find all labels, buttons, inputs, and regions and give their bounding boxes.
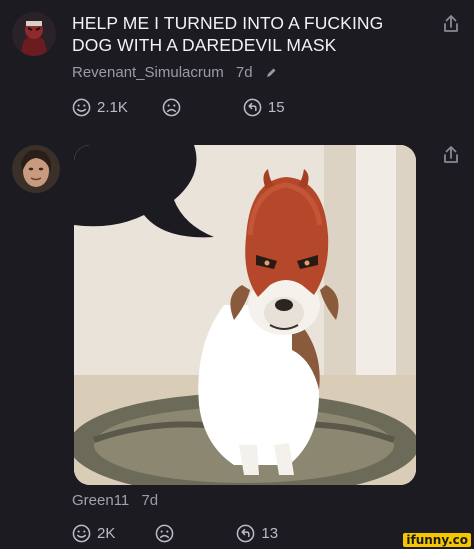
post-title[interactable]: HELP ME I TURNED INTO A FUCKING DOG WITH… bbox=[72, 12, 412, 56]
unsmile-icon[interactable] bbox=[162, 98, 181, 117]
reply-author-avatar[interactable] bbox=[12, 145, 60, 193]
ifunny-brand: ifunny.co bbox=[401, 533, 471, 547]
share-icon[interactable] bbox=[442, 145, 460, 165]
smile-icon[interactable] bbox=[72, 524, 91, 543]
edit-pencil-icon[interactable] bbox=[265, 64, 277, 81]
dog-in-daredevil-mask-image bbox=[74, 145, 416, 485]
ifunny-brand-text: ifunny.co bbox=[403, 533, 471, 547]
post-actions: 2.1K 15 bbox=[72, 98, 285, 117]
smile-icon[interactable] bbox=[72, 98, 91, 117]
reply-reply-count: 13 bbox=[261, 525, 279, 542]
avatar-image bbox=[12, 145, 60, 193]
reply-age: 7d bbox=[141, 492, 159, 509]
post-author-name[interactable]: Revenant_Simulacrum bbox=[72, 64, 224, 81]
unsmile-icon[interactable] bbox=[155, 524, 174, 543]
post-reply-count: 15 bbox=[267, 99, 285, 116]
reply-actions: 2K 13 bbox=[72, 524, 278, 543]
post-meta: Revenant_Simulacrum 7d bbox=[72, 64, 285, 81]
reply-icon[interactable] bbox=[236, 524, 255, 543]
post-title-line-2: DOG WITH A DAREDEVIL MASK bbox=[72, 35, 337, 55]
post-age: 7d bbox=[235, 64, 253, 81]
reply-meme-image[interactable] bbox=[74, 145, 416, 485]
post-smile-count: 2.1K bbox=[97, 99, 128, 116]
reply-smile-count: 2K bbox=[97, 525, 116, 542]
reply-author-name[interactable]: Green11 bbox=[72, 492, 129, 509]
post-author-avatar[interactable] bbox=[12, 12, 56, 56]
avatar-image bbox=[12, 12, 56, 56]
share-icon[interactable] bbox=[442, 14, 460, 34]
reply-meta: Green11 7d bbox=[72, 492, 166, 509]
post-title-line-1: HELP ME I TURNED INTO A FUCKING bbox=[72, 13, 384, 33]
reply-icon[interactable] bbox=[243, 98, 262, 117]
